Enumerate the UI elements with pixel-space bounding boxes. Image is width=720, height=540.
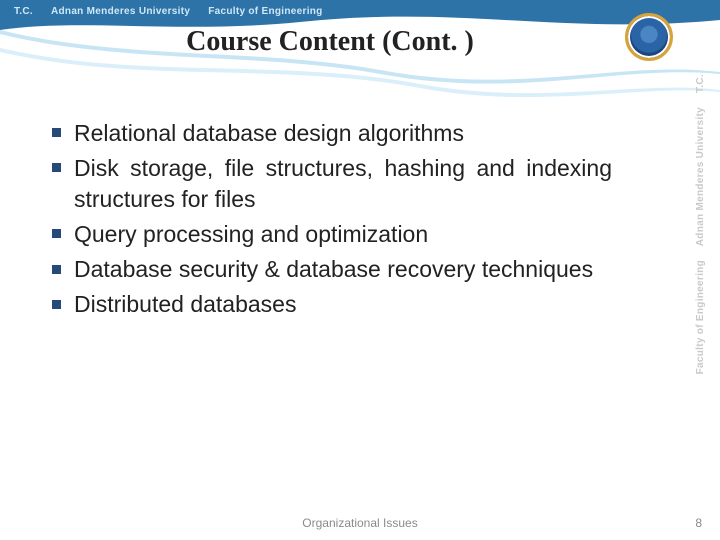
page-title: Course Content (Cont. ) — [0, 26, 660, 58]
top-banner: T.C. Adnan Menderes University Faculty o… — [0, 0, 720, 22]
right-rail: T.C. Adnan Menderes University Faculty o… — [680, 74, 720, 534]
list-item: Relational database design algorithms — [52, 118, 612, 149]
page-number: 8 — [695, 516, 702, 530]
slide: T.C. Adnan Menderes University Faculty o… — [0, 0, 720, 540]
list-item: Distributed databases — [52, 289, 612, 320]
list-item: Disk storage, file structures, hashing a… — [52, 153, 612, 215]
list-item: Query processing and optimization — [52, 219, 612, 250]
rail-tc: T.C. — [695, 74, 706, 93]
footer-text: Organizational Issues — [0, 516, 720, 530]
rail-university: Adnan Menderes University — [695, 107, 706, 246]
rail-faculty: Faculty of Engineering — [695, 260, 706, 374]
banner-tc: T.C. — [14, 6, 33, 17]
banner-university: Adnan Menderes University — [51, 6, 190, 17]
bullet-list: Relational database design algorithms Di… — [52, 118, 612, 324]
banner-faculty: Faculty of Engineering — [208, 6, 322, 17]
list-item: Database security & database recovery te… — [52, 254, 612, 285]
